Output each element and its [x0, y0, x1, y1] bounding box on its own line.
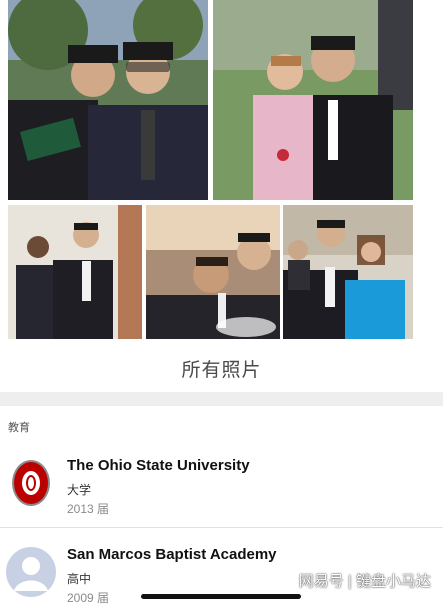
- graduation-year: 2009 届: [67, 591, 110, 605]
- photo-with-woman[interactable]: [283, 205, 413, 339]
- school-type: 高中: [67, 572, 92, 586]
- default-school-avatar: [6, 547, 56, 597]
- school-name: The Ohio State University: [67, 457, 250, 474]
- home-indicator[interactable]: [141, 594, 301, 599]
- school-name: San Marcos Baptist Academy: [67, 546, 277, 563]
- section-divider: [0, 392, 443, 406]
- photo-three-friends[interactable]: [8, 205, 142, 339]
- education-item-ohio-state[interactable]: The Ohio State University 大学 2013 届: [0, 442, 443, 522]
- photo-selfie[interactable]: [146, 205, 280, 339]
- all-photos-button[interactable]: 所有照片: [0, 345, 443, 391]
- watermark-text: 网易号 | 键盘小马达: [298, 573, 431, 590]
- photo-with-child[interactable]: [213, 0, 413, 200]
- education-section-label: 教育: [8, 422, 30, 434]
- school-type: 大学: [67, 483, 92, 497]
- list-divider: [0, 527, 443, 528]
- photo-grid: [0, 0, 443, 392]
- graduation-year: 2013 届: [67, 502, 110, 516]
- ohio-state-o-logo: [6, 458, 56, 508]
- photo-graduation-group[interactable]: [8, 0, 208, 200]
